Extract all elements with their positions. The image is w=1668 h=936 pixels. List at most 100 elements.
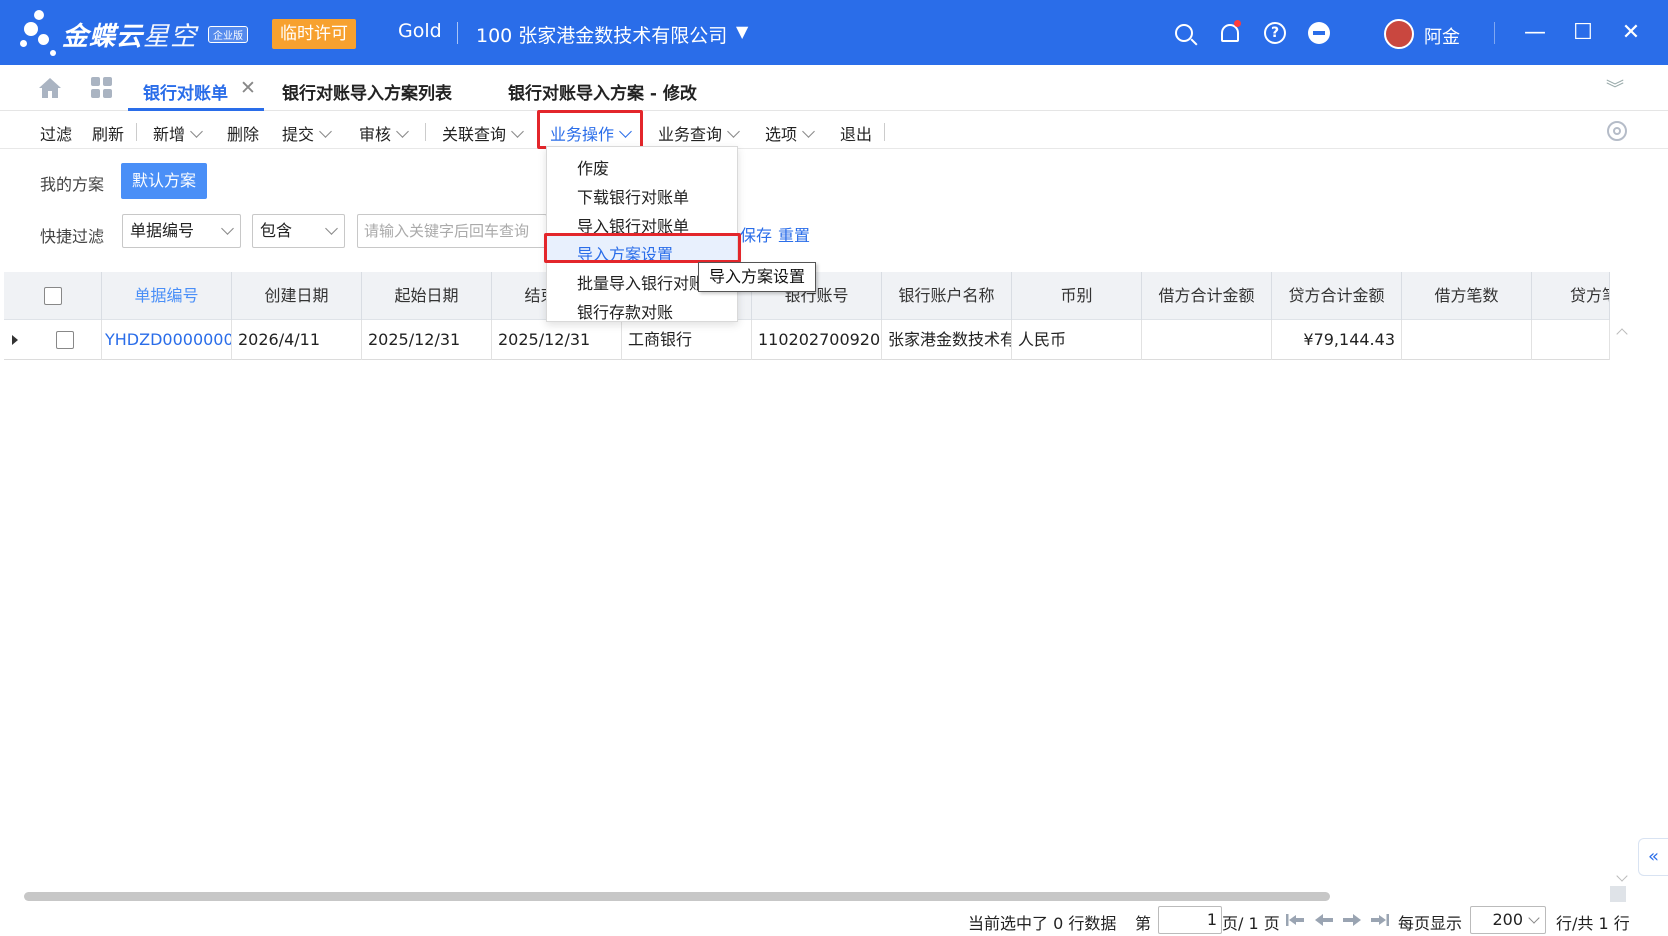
audit-label: 审核 (359, 125, 392, 144)
cell-start-date: 2025/12/31 (362, 320, 492, 360)
column-header[interactable]: 起始日期 (362, 272, 492, 320)
menu-item-void[interactable]: 作废 (577, 155, 609, 179)
first-page-icon[interactable] (1286, 914, 1304, 926)
row-indicator-icon (12, 335, 18, 345)
username[interactable]: 阿金 (1424, 23, 1460, 49)
minimize-icon[interactable]: — (1520, 18, 1550, 48)
table-row[interactable]: YHDZD0000000 2026/4/11 2025/12/31 2025/1… (4, 320, 1610, 360)
save-link[interactable]: 保存 (740, 222, 772, 246)
next-page-icon[interactable] (1343, 914, 1361, 926)
column-header[interactable]: 贷方合计金额 (1272, 272, 1402, 320)
my-scheme-label: 我的方案 (40, 175, 105, 194)
search-icon[interactable] (1171, 20, 1197, 46)
header-select-cell (4, 272, 102, 320)
org-dropdown-icon[interactable]: ▼ (736, 22, 748, 41)
minus-circle-icon[interactable] (1306, 20, 1332, 46)
divider (425, 123, 426, 141)
related-query-label: 关联查询 (442, 125, 507, 144)
row-checkbox[interactable] (56, 331, 74, 349)
cell-debit-total (1142, 320, 1272, 360)
new-label: 新增 (153, 125, 186, 144)
related-query-button[interactable]: 关联查询 (442, 121, 524, 145)
business-query-button[interactable]: 业务查询 (658, 121, 740, 145)
scroll-down-icon[interactable] (1616, 870, 1628, 882)
menu-item-download-statement[interactable]: 下载银行对账单 (577, 184, 689, 208)
select-all-checkbox[interactable] (44, 287, 62, 305)
prev-page-icon[interactable] (1315, 914, 1333, 926)
chevron-down-icon (325, 222, 338, 235)
audit-button[interactable]: 审核 (359, 121, 409, 145)
divider (457, 22, 458, 44)
page-size-select[interactable]: 200 (1470, 906, 1546, 934)
page-total: 页/ 1 页 (1222, 914, 1280, 933)
filter-operator-select[interactable]: 包含 (252, 214, 345, 248)
column-header[interactable]: 借方笔数 (1402, 272, 1532, 320)
maximize-icon[interactable]: ☐ (1568, 18, 1598, 48)
new-button[interactable]: 新增 (153, 121, 203, 145)
business-query-label: 业务查询 (658, 125, 723, 144)
title-bar: 金蝶云星空 企业版 临时许可 Gold 100 张家港金数技术有限公司 ▼ ? … (0, 0, 1668, 65)
page-number-input[interactable]: 1 (1158, 906, 1222, 934)
toolbar: 过滤 刷新 新增 删除 提交 审核 关联查询 业务操作 业务查询 选项 退出 (0, 111, 1668, 149)
horizontal-scroll-thumb[interactable] (24, 892, 1330, 901)
column-header[interactable]: 创建日期 (232, 272, 362, 320)
chevron-down-icon (1528, 912, 1540, 924)
chevron-down-icon (190, 125, 203, 138)
options-button[interactable]: 选项 (765, 121, 815, 145)
filter-button[interactable]: 过滤 (40, 121, 72, 145)
divider (1494, 22, 1495, 44)
cell-bank-account: 1102027009200 (752, 320, 882, 360)
chevron-down-icon (396, 125, 409, 138)
cell-debit-count (1402, 320, 1532, 360)
chevron-down-icon (319, 125, 332, 138)
page-prefix: 第 (1135, 914, 1152, 933)
scroll-up-icon[interactable] (1616, 328, 1628, 340)
column-header[interactable]: 币别 (1012, 272, 1142, 320)
search-input[interactable]: 请输入关键字后回车查询 (357, 214, 547, 248)
cell-bill-number[interactable]: YHDZD0000000 (102, 320, 232, 360)
home-icon[interactable] (38, 77, 62, 99)
bell-icon[interactable] (1217, 20, 1243, 46)
last-page-icon[interactable] (1371, 914, 1389, 926)
license-badge[interactable]: 临时许可 (272, 19, 356, 49)
avatar[interactable] (1384, 19, 1414, 49)
gear-icon[interactable] (1607, 121, 1627, 141)
tab-import-scheme-edit[interactable]: 银行对账导入方案 - 修改 (508, 79, 697, 104)
per-page-label: 每页显示 (1398, 914, 1463, 933)
product-name: Gold (398, 20, 442, 42)
chevron-down-icon (221, 222, 234, 235)
submit-label: 提交 (282, 125, 315, 144)
close-icon[interactable]: ✕ (1616, 18, 1646, 48)
collapse-tabs-icon[interactable]: ︾ (1606, 75, 1624, 101)
default-scheme-button[interactable]: 默认方案 (121, 163, 207, 199)
row-select-cell (22, 320, 102, 360)
cell-end-date: 2025/12/31 (492, 320, 622, 360)
refresh-button[interactable]: 刷新 (92, 121, 124, 145)
apps-grid-icon[interactable] (91, 77, 113, 99)
column-header[interactable]: 借方合计金额 (1142, 272, 1272, 320)
menu-item-deposit-reconcile[interactable]: 银行存款对账 (577, 299, 673, 323)
row-total: 行/共 1 行 (1556, 914, 1630, 933)
delete-button[interactable]: 删除 (227, 121, 259, 145)
chevron-down-icon (727, 125, 740, 138)
scrollbar-corner (1610, 886, 1626, 902)
notification-dot (1234, 20, 1241, 27)
cell-currency: 人民币 (1012, 320, 1142, 360)
submit-button[interactable]: 提交 (282, 121, 332, 145)
tab-bank-statement[interactable]: 银行对账单 (143, 79, 228, 104)
filter-field-value: 单据编号 (130, 221, 195, 240)
column-header[interactable]: 银行账户名称 (882, 272, 1012, 320)
filter-field-select[interactable]: 单据编号 (122, 214, 241, 248)
tab-close-icon[interactable]: ✕ (240, 77, 256, 99)
expand-panel-icon[interactable]: « (1638, 838, 1668, 876)
tab-import-scheme-list[interactable]: 银行对账导入方案列表 (282, 79, 452, 104)
column-header[interactable]: 贷方笔数 (1532, 272, 1610, 320)
vertical-scrollbar[interactable] (1614, 320, 1630, 886)
help-icon[interactable]: ? (1262, 20, 1288, 46)
cell-account-name: 张家港金数技术有 (882, 320, 1012, 360)
column-header[interactable]: 单据编号 (102, 272, 232, 320)
horizontal-scrollbar[interactable] (10, 887, 1604, 903)
org-selector[interactable]: 100 张家港金数技术有限公司 (476, 21, 727, 48)
exit-button[interactable]: 退出 (840, 121, 872, 145)
reset-link[interactable]: 重置 (778, 222, 810, 246)
